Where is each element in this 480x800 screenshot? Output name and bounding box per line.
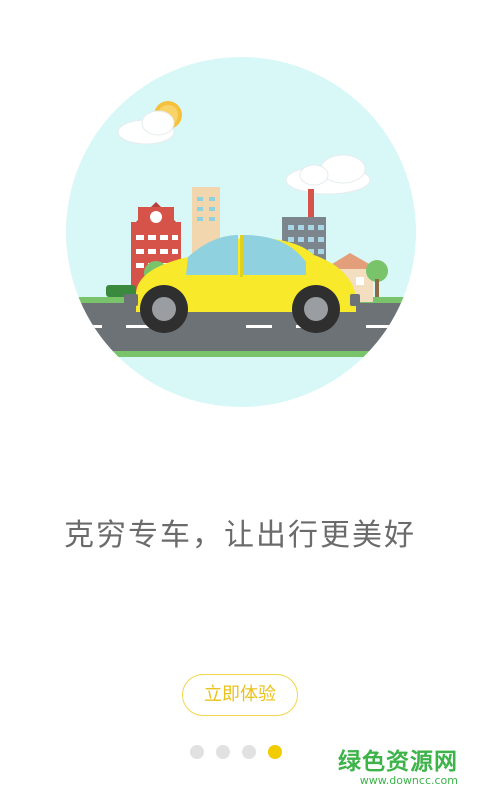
- page-indicator: [190, 745, 282, 759]
- watermark: 绿色资源网 www.downcc.com: [338, 742, 458, 787]
- page-dot-3[interactable]: [242, 745, 256, 759]
- page-dot-1[interactable]: [190, 745, 204, 759]
- onboarding-illustration: [66, 57, 416, 407]
- page-dot-4-active[interactable]: [268, 745, 282, 759]
- slogan-text: 克穷专车，让出行更美好: [64, 518, 416, 553]
- page-dot-2[interactable]: [216, 745, 230, 759]
- watermark-name: 绿色资源网: [338, 749, 458, 775]
- try-now-button[interactable]: 立即体验: [182, 674, 298, 716]
